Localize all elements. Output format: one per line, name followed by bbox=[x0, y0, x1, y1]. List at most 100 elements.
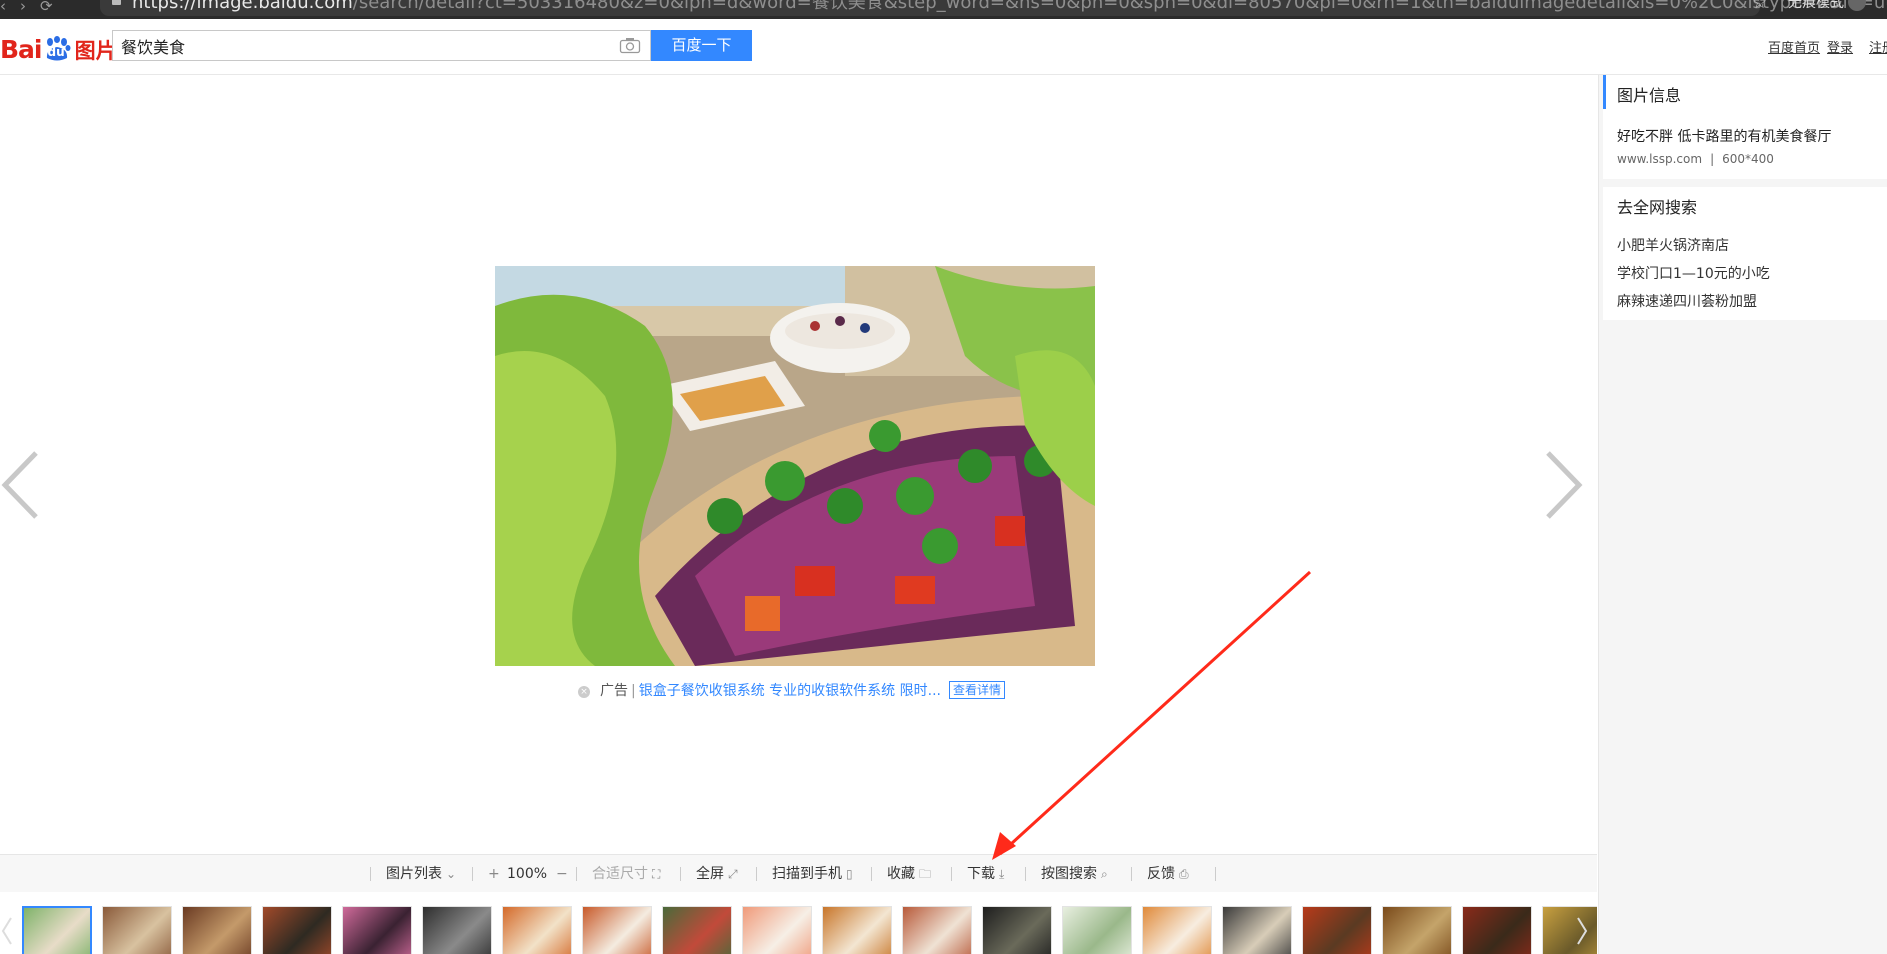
zoom-level: 100% bbox=[507, 866, 548, 882]
next-image-arrow[interactable] bbox=[1540, 450, 1584, 520]
thumbnail[interactable] bbox=[742, 906, 812, 954]
ad-detail-button[interactable]: 查看详情 bbox=[948, 681, 1005, 699]
web-search-title: 去全网搜索 bbox=[1617, 198, 1698, 217]
browser-nav-buttons[interactable]: ‹›⟳ bbox=[0, 0, 90, 16]
image-title[interactable]: 好吃不胖 低卡路里的有机美食餐厅 bbox=[1617, 126, 1831, 146]
camera-icon[interactable] bbox=[619, 37, 641, 54]
toolbar-divider bbox=[1131, 867, 1132, 881]
panel-accent-bar bbox=[1603, 75, 1606, 109]
toolbar-divider bbox=[680, 867, 681, 881]
thumbnail-prev-arrow[interactable] bbox=[0, 916, 14, 946]
favorite-button[interactable]: 收藏 🗀 bbox=[887, 865, 931, 883]
thumbnail[interactable] bbox=[1462, 906, 1532, 954]
info-sidebar: 图片信息 好吃不胖 低卡路里的有机美食餐厅 www.lssp.com | 600*4… bbox=[1598, 75, 1887, 954]
ad-close-icon[interactable]: × bbox=[578, 686, 590, 698]
search-result-link[interactable]: 学校门口1—10元的小吃 bbox=[1617, 263, 1770, 283]
thumbnail[interactable] bbox=[1062, 906, 1132, 954]
browser-url-bar: ‹›⟳ https://image.baidu.com/search/detai… bbox=[0, 0, 1887, 19]
thumbnail-strip bbox=[0, 892, 1597, 954]
ad-row: × 广告 | 银盒子餐饮收银系统 专业的收银软件系统 限时... 查看详情 bbox=[578, 680, 1005, 702]
thumbnail[interactable] bbox=[582, 906, 652, 954]
toolbar-divider bbox=[871, 867, 872, 881]
thumbnail[interactable] bbox=[422, 906, 492, 954]
image-info-panel: 图片信息 好吃不胖 低卡路里的有机美食餐厅 www.lssp.com | 600*4… bbox=[1603, 75, 1887, 179]
toolbar-divider bbox=[1215, 867, 1216, 881]
image-list-label: 图片列表 bbox=[386, 866, 442, 882]
thumbnail[interactable] bbox=[342, 906, 412, 954]
phone-icon: ▯ bbox=[846, 867, 853, 881]
image-toolbar: 图片列表 ⌄ + 100% − 合适尺寸 ⛶ 全屏 ⤢ 扫描到手机 ▯ 收藏 🗀 下载 ⤓ … bbox=[0, 854, 1597, 894]
thumbnail[interactable] bbox=[1302, 906, 1372, 954]
image-source[interactable]: www.lssp.com bbox=[1617, 152, 1702, 166]
lock-icon bbox=[112, 0, 121, 5]
fullscreen-label: 全屏 bbox=[696, 866, 724, 882]
previous-image-arrow[interactable] bbox=[0, 450, 44, 520]
fit-size-label: 合适尺寸 bbox=[592, 866, 648, 882]
web-search-panel: 去全网搜索 小肥羊火锅济南店 学校门口1—10元的小吃 麻辣速递四川荟粉加盟 bbox=[1603, 187, 1887, 320]
thumbnail[interactable] bbox=[262, 906, 332, 954]
thumbnail-selected[interactable] bbox=[22, 906, 92, 954]
fit-size-icon: ⛶ bbox=[652, 867, 661, 881]
logo-pic: 图片 bbox=[74, 39, 117, 63]
url-host: image.baidu.com bbox=[196, 0, 353, 13]
thumbnail[interactable] bbox=[1222, 906, 1292, 954]
logo-du: du bbox=[47, 45, 65, 59]
toolbar-divider bbox=[756, 867, 757, 881]
download-button[interactable]: 下载 ⤓ bbox=[967, 865, 1004, 883]
search-button[interactable]: 百度一下 bbox=[651, 30, 752, 61]
thumbnail[interactable] bbox=[502, 906, 572, 954]
toolbar-divider bbox=[1025, 867, 1026, 881]
meta-separator: | bbox=[1710, 152, 1715, 166]
feedback-button[interactable]: 反馈 ⎙ bbox=[1147, 865, 1189, 883]
download-icon: ⤓ bbox=[999, 867, 1005, 881]
thumbnail[interactable] bbox=[662, 906, 732, 954]
toolbar-divider bbox=[576, 867, 577, 881]
scan-to-phone-label: 扫描到手机 bbox=[772, 866, 842, 882]
login-link[interactable]: 登录 bbox=[1827, 37, 1853, 56]
image-meta: www.lssp.com | 600*400 bbox=[1617, 152, 1774, 166]
register-link[interactable]: 注册 bbox=[1869, 37, 1887, 56]
favorite-label: 收藏 bbox=[887, 866, 915, 882]
download-label: 下载 bbox=[967, 866, 995, 882]
image-info-title: 图片信息 bbox=[1617, 86, 1682, 105]
address-text[interactable]: https://image.baidu.com/search/detail?ct… bbox=[132, 0, 1887, 12]
thumbnail[interactable] bbox=[982, 906, 1052, 954]
fit-size-button[interactable]: 合适尺寸 ⛶ bbox=[592, 865, 660, 883]
toolbar-divider bbox=[472, 867, 473, 881]
fullscreen-icon: ⤢ bbox=[728, 867, 738, 881]
baidu-image-logo[interactable]: Bai du 图片 bbox=[0, 35, 117, 65]
image-list-button[interactable]: 图片列表 ⌄ bbox=[386, 865, 456, 883]
thumbnail[interactable] bbox=[1382, 906, 1452, 954]
thumbnail[interactable] bbox=[822, 906, 892, 954]
scan-to-phone-button[interactable]: 扫描到手机 ▯ bbox=[772, 865, 853, 883]
home-link[interactable]: 百度首页 bbox=[1768, 37, 1820, 56]
search-input[interactable] bbox=[113, 31, 609, 60]
image-size: 600*400 bbox=[1722, 152, 1774, 166]
search-by-image-button[interactable]: 按图搜索 ⌕ bbox=[1041, 865, 1108, 883]
zoom-in-button[interactable]: + bbox=[488, 865, 500, 883]
thumbnail[interactable] bbox=[1142, 906, 1212, 954]
main-food-image[interactable] bbox=[495, 266, 1095, 666]
folder-icon: 🗀 bbox=[919, 867, 932, 881]
zoom-out-button[interactable]: − bbox=[556, 865, 568, 883]
ad-separator: | bbox=[631, 683, 636, 699]
url-path: /search/detail?ct=503316480&z=0&ipn=d&wo… bbox=[352, 0, 1887, 13]
chevron-down-icon: ⌄ bbox=[446, 867, 457, 881]
thumbnail-next-arrow[interactable] bbox=[1575, 916, 1589, 946]
logo-bai: Bai bbox=[0, 35, 42, 64]
bookmark-star-icon[interactable]: ☆ bbox=[1752, 0, 1767, 13]
thumbnail[interactable] bbox=[902, 906, 972, 954]
image-search-icon: ⌕ bbox=[1101, 867, 1108, 881]
fullscreen-button[interactable]: 全屏 ⤢ bbox=[696, 865, 738, 883]
thumbnail[interactable] bbox=[102, 906, 172, 954]
toolbar-divider bbox=[370, 867, 371, 881]
feedback-icon: ⎙ bbox=[1179, 867, 1189, 881]
search-result-link[interactable]: 麻辣速递四川荟粉加盟 bbox=[1617, 291, 1757, 311]
toolbar-divider bbox=[951, 867, 952, 881]
url-scheme: https:// bbox=[132, 0, 197, 13]
ad-link[interactable]: 银盒子餐饮收银系统 专业的收银软件系统 限时... bbox=[639, 683, 941, 699]
feedback-label: 反馈 bbox=[1147, 866, 1175, 882]
thumbnail[interactable] bbox=[182, 906, 252, 954]
incognito-label: 无痕模式 bbox=[1788, 0, 1844, 11]
search-result-link[interactable]: 小肥羊火锅济南店 bbox=[1617, 235, 1729, 255]
